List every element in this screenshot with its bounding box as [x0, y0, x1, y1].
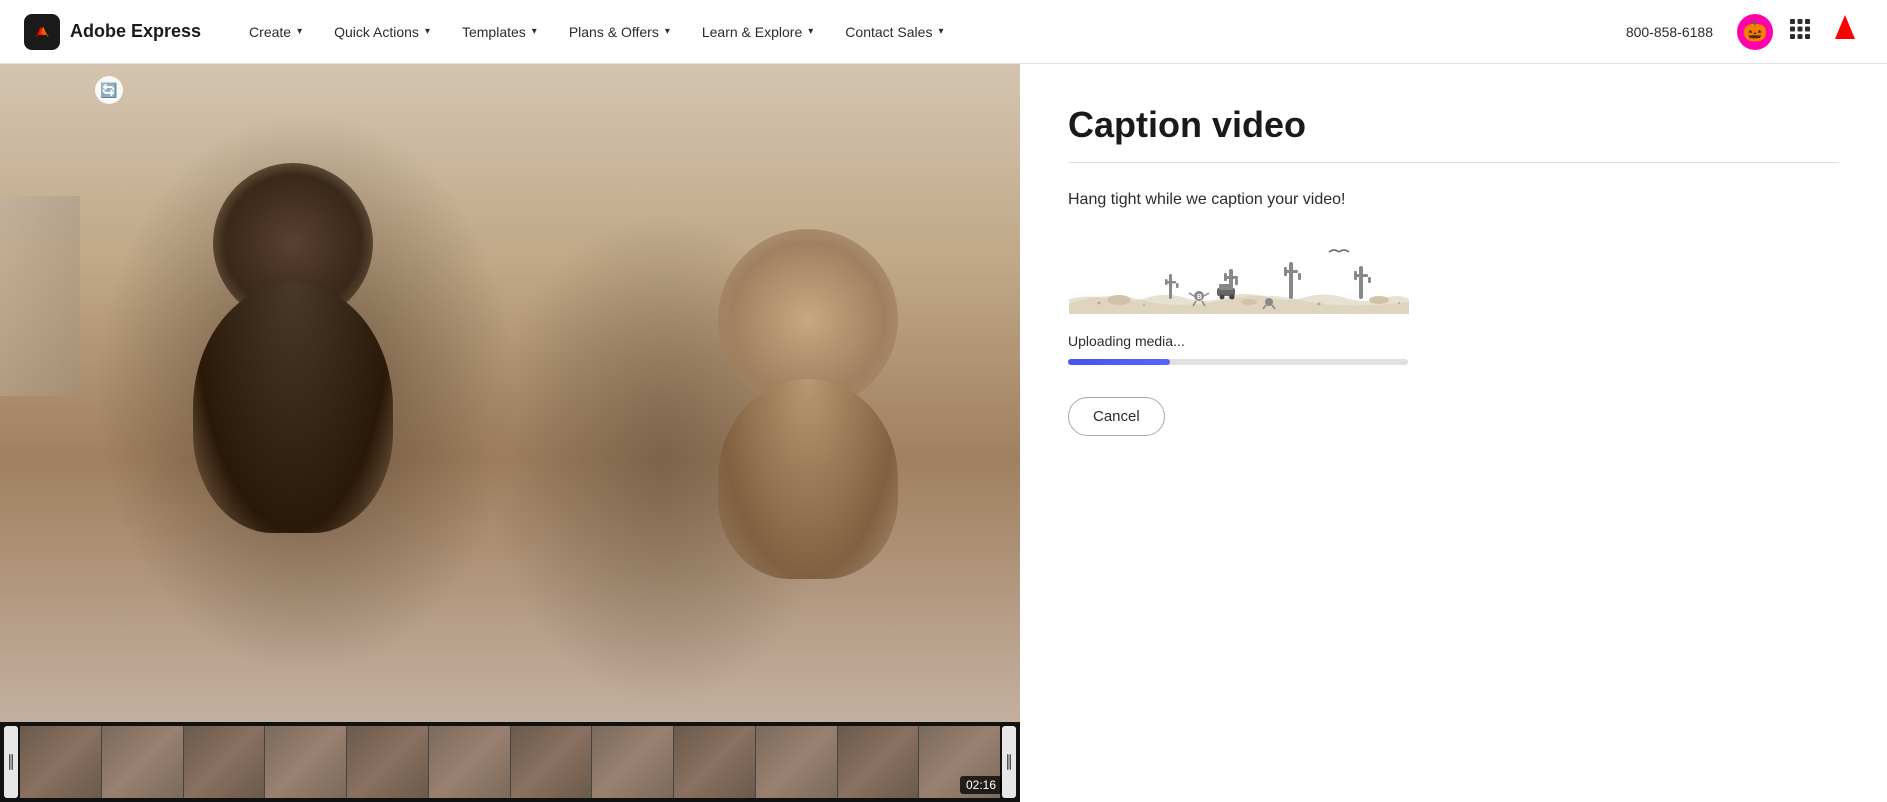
right-panel: Caption video Hang tight while we captio…	[1020, 64, 1887, 802]
video-container: 🔄	[0, 64, 1020, 722]
logo-icon	[24, 14, 60, 50]
nav-items: Create ▾ Quick Actions ▾ Templates ▾ Pla…	[233, 0, 1626, 64]
chevron-down-icon: ▾	[808, 26, 813, 37]
svg-text:B: B	[1197, 294, 1202, 301]
thumb-10	[756, 726, 837, 798]
main-content: 🔄	[0, 64, 1887, 802]
logo[interactable]: Adobe Express	[24, 14, 201, 50]
chevron-down-icon: ▾	[297, 26, 302, 37]
progress-bar-background	[1068, 359, 1408, 365]
thumb-9	[674, 726, 755, 798]
caption-subtitle: Hang tight while we caption your video!	[1068, 191, 1839, 209]
nav-right-actions: 🎃	[1737, 11, 1863, 52]
person-right	[678, 229, 938, 549]
video-content	[0, 64, 1020, 722]
thumb-3	[184, 726, 265, 798]
nav-templates[interactable]: Templates ▾	[446, 0, 553, 64]
person-left	[153, 163, 433, 543]
thumb-2	[102, 726, 183, 798]
thumb-8	[592, 726, 673, 798]
thumb-7	[511, 726, 592, 798]
adobe-icon[interactable]	[1827, 11, 1863, 52]
thumb-5	[347, 726, 428, 798]
loading-animation: B	[1068, 233, 1408, 313]
timeline-handle-left[interactable]	[4, 726, 18, 798]
desert-scene-svg: B	[1069, 234, 1409, 314]
nav-create[interactable]: Create ▾	[233, 0, 318, 64]
chevron-down-icon: ▾	[938, 26, 943, 37]
logo-text: Adobe Express	[70, 21, 201, 42]
video-duration: 02:16	[960, 776, 1002, 794]
chevron-down-icon: ▾	[425, 26, 430, 37]
thumb-1	[20, 726, 101, 798]
progress-bar-fill	[1068, 359, 1170, 365]
phone-number: 800-858-6188	[1626, 24, 1713, 40]
thumb-6	[429, 726, 510, 798]
video-top-icon: 🔄	[95, 76, 123, 104]
thumb-4	[265, 726, 346, 798]
chevron-down-icon: ▾	[532, 26, 537, 37]
cancel-button[interactable]: Cancel	[1068, 397, 1165, 436]
adobe-express-icon	[31, 21, 53, 43]
page-title: Caption video	[1068, 104, 1839, 146]
timeline-handle-right[interactable]	[1002, 726, 1016, 798]
nav-plans[interactable]: Plans & Offers ▾	[553, 0, 686, 64]
shelf-bg	[0, 196, 80, 396]
chevron-down-icon: ▾	[665, 26, 670, 37]
divider	[1068, 162, 1839, 163]
video-panel: 🔄	[0, 64, 1020, 802]
timeline-thumbnails	[20, 726, 1000, 798]
nav-quick-actions[interactable]: Quick Actions ▾	[318, 0, 446, 64]
timeline-strip: 02:16	[0, 722, 1020, 802]
navbar: Adobe Express Create ▾ Quick Actions ▾ T…	[0, 0, 1887, 64]
grid-icon[interactable]	[1789, 18, 1811, 46]
thumb-11	[838, 726, 919, 798]
nav-contact-sales[interactable]: Contact Sales ▾	[829, 0, 959, 64]
avatar[interactable]: 🎃	[1737, 14, 1773, 50]
progress-label: Uploading media...	[1068, 333, 1839, 349]
nav-learn[interactable]: Learn & Explore ▾	[686, 0, 829, 64]
